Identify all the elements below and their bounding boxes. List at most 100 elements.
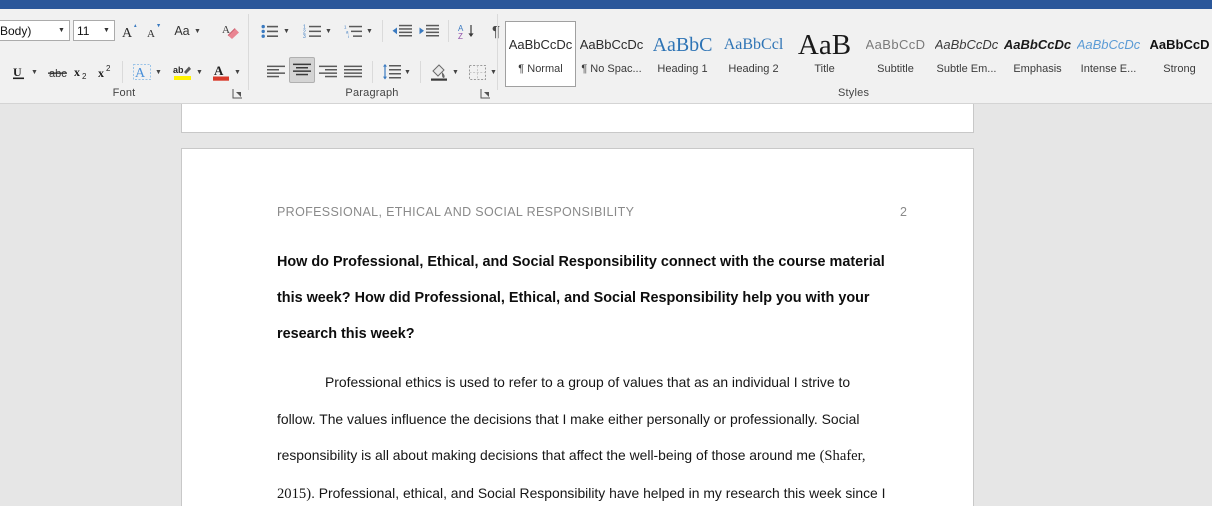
multilevel-list-dropdown-icon[interactable]: ▼ (365, 20, 374, 42)
multilevel-list-icon: 1 a i (344, 24, 362, 39)
shading-dropdown-icon[interactable]: ▼ (451, 61, 460, 83)
underline-dropdown-icon[interactable]: ▼ (30, 61, 39, 83)
decrease-indent-button[interactable] (390, 20, 414, 42)
font-size-value: 11 (77, 23, 90, 38)
style-name: Subtitle (877, 62, 914, 75)
line-spacing-button[interactable] (379, 61, 403, 83)
grow-font-icon: A (122, 24, 137, 40)
align-right-button[interactable] (316, 61, 340, 83)
style-card-h2[interactable]: AaBbCcl Heading 2 (718, 21, 789, 87)
previous-page (181, 104, 974, 133)
page-header[interactable]: PROFESSIONAL, ETHICAL AND SOCIAL RESPONS… (277, 205, 907, 219)
underline-button[interactable]: U (8, 61, 30, 83)
styles-gallery[interactable]: AaBbCcDc ¶ Normal AaBbCcDc ¶ No Spac... AaBb… (505, 21, 1212, 89)
style-name: ¶ Normal (518, 62, 563, 75)
ribbon-group-font: (Body) ▼ 11 ▼ A A Aa (0, 9, 248, 103)
document-heading: How do Professional, Ethical, and Social… (277, 254, 885, 342)
bullets-button[interactable] (258, 20, 282, 42)
numbering-dropdown-icon[interactable]: ▼ (324, 20, 333, 42)
underline-icon: U (13, 65, 24, 79)
increase-indent-icon (419, 24, 439, 36)
style-card-intense-em[interactable]: AaBbCcDc Intense E... (1073, 21, 1144, 87)
sort-button[interactable]: A Z (455, 20, 479, 42)
style-name: Emphasis (1013, 62, 1062, 75)
line-spacing-dropdown-icon[interactable]: ▼ (403, 61, 412, 83)
document-body[interactable]: How do Professional, Ethical, and Social… (277, 244, 887, 506)
bullets-dropdown-icon[interactable]: ▼ (282, 20, 291, 42)
justify-button[interactable] (341, 61, 365, 83)
font-name-value: (Body) (0, 23, 32, 38)
style-card-h1[interactable]: AaBbC Heading 1 (647, 21, 718, 87)
align-center-icon (293, 63, 311, 76)
strikethrough-button[interactable]: abc (47, 61, 69, 83)
shrink-font-button[interactable]: A (143, 20, 165, 42)
svg-text:ab: ab (173, 65, 184, 75)
svg-text:x: x (98, 66, 104, 80)
word-window: (Body) ▼ 11 ▼ A A Aa (0, 0, 1212, 506)
document-canvas[interactable]: PROFESSIONAL, ETHICAL AND SOCIAL RESPONS… (0, 104, 1212, 506)
ribbon-group-paragraph: ▼ 1 2 3 ▼ 1 a i ▼ A Z ¶ ▼ ▼ ▼ Paragraph (249, 9, 500, 103)
justify-icon (344, 65, 362, 78)
svg-text:A: A (122, 26, 133, 40)
text-effects-dropdown-icon[interactable]: ▼ (154, 61, 163, 83)
style-card-normal[interactable]: AaBbCcDc ¶ Normal (505, 21, 576, 87)
borders-button[interactable] (465, 61, 489, 83)
sort-icon: A Z (458, 24, 474, 40)
style-preview: AaB (797, 33, 852, 56)
svg-text:A: A (135, 66, 146, 81)
subscript-button[interactable]: x 2 (71, 61, 93, 83)
header-title: PROFESSIONAL, ETHICAL AND SOCIAL RESPONS… (277, 205, 635, 219)
grow-font-button[interactable]: A (119, 20, 141, 42)
style-card-title[interactable]: AaB Title (789, 21, 860, 87)
font-group-label: Font (112, 87, 136, 99)
svg-text:A: A (214, 63, 224, 78)
decrease-indent-icon (392, 24, 412, 36)
style-preview: AaBbCcD (1149, 36, 1210, 52)
style-name: Title (814, 62, 835, 75)
change-case-label: Aa (174, 24, 190, 38)
font-color-dropdown-icon[interactable]: ▼ (233, 61, 242, 83)
increase-indent-button[interactable] (417, 20, 441, 42)
shading-button[interactable] (427, 61, 451, 83)
shrink-font-icon: A (147, 24, 161, 40)
paragraph-text-part2: . Professional, ethical, and Social Resp… (311, 484, 886, 501)
font-color-button[interactable]: A (209, 61, 233, 83)
superscript-button[interactable]: x 2 (95, 61, 117, 83)
change-case-dropdown-icon[interactable]: ▼ (193, 20, 202, 42)
font-name-combo[interactable]: (Body) ▼ (0, 20, 70, 41)
font-name-dropdown-icon[interactable]: ▼ (53, 21, 69, 40)
font-size-combo[interactable]: 11 ▼ (73, 20, 115, 41)
clear-formatting-button[interactable]: A (219, 20, 243, 42)
style-name: ¶ No Spac... (581, 62, 642, 75)
style-card-subtitle[interactable]: AaBbCcD Subtitle (860, 21, 931, 87)
style-name: Intense E... (1080, 62, 1137, 75)
paragraph-row2-divider-2 (420, 61, 421, 83)
text-effects-button[interactable]: A (130, 61, 154, 83)
style-name: Heading 1 (657, 62, 708, 75)
numbering-icon: 1 2 3 (303, 24, 321, 39)
style-card-normal[interactable]: AaBbCcDc ¶ No Spac... (576, 21, 647, 87)
numbering-button[interactable]: 1 2 3 (300, 20, 324, 42)
change-case-button[interactable]: Aa (170, 20, 194, 42)
align-center-button[interactable] (289, 57, 315, 83)
font-size-dropdown-icon[interactable]: ▼ (98, 21, 114, 40)
font-dialog-launcher[interactable] (232, 88, 244, 100)
multilevel-list-button[interactable]: 1 a i (341, 20, 365, 42)
paragraph-row2-divider (372, 61, 373, 83)
style-card-strong[interactable]: AaBbCcD Strong (1144, 21, 1212, 87)
paragraph-dialog-launcher[interactable] (480, 88, 492, 100)
ribbon-tab-strip[interactable] (0, 0, 1212, 9)
align-left-icon (267, 65, 285, 78)
strikethrough-icon: abc (48, 68, 67, 80)
svg-text:A: A (147, 28, 155, 40)
text-effects-icon: A (133, 64, 151, 81)
align-left-button[interactable] (264, 61, 288, 83)
svg-text:2: 2 (82, 72, 87, 81)
style-card-emphasis[interactable]: AaBbCcDc Emphasis (1002, 21, 1073, 87)
highlight-dropdown-icon[interactable]: ▼ (195, 61, 204, 83)
current-page[interactable]: PROFESSIONAL, ETHICAL AND SOCIAL RESPONS… (181, 148, 974, 506)
highlight-icon: ab (173, 65, 191, 80)
text-highlight-button[interactable]: ab (171, 61, 195, 83)
styles-group-label: Styles (838, 87, 870, 99)
style-card-subtle-em[interactable]: AaBbCcDc Subtle Em... (931, 21, 1002, 87)
